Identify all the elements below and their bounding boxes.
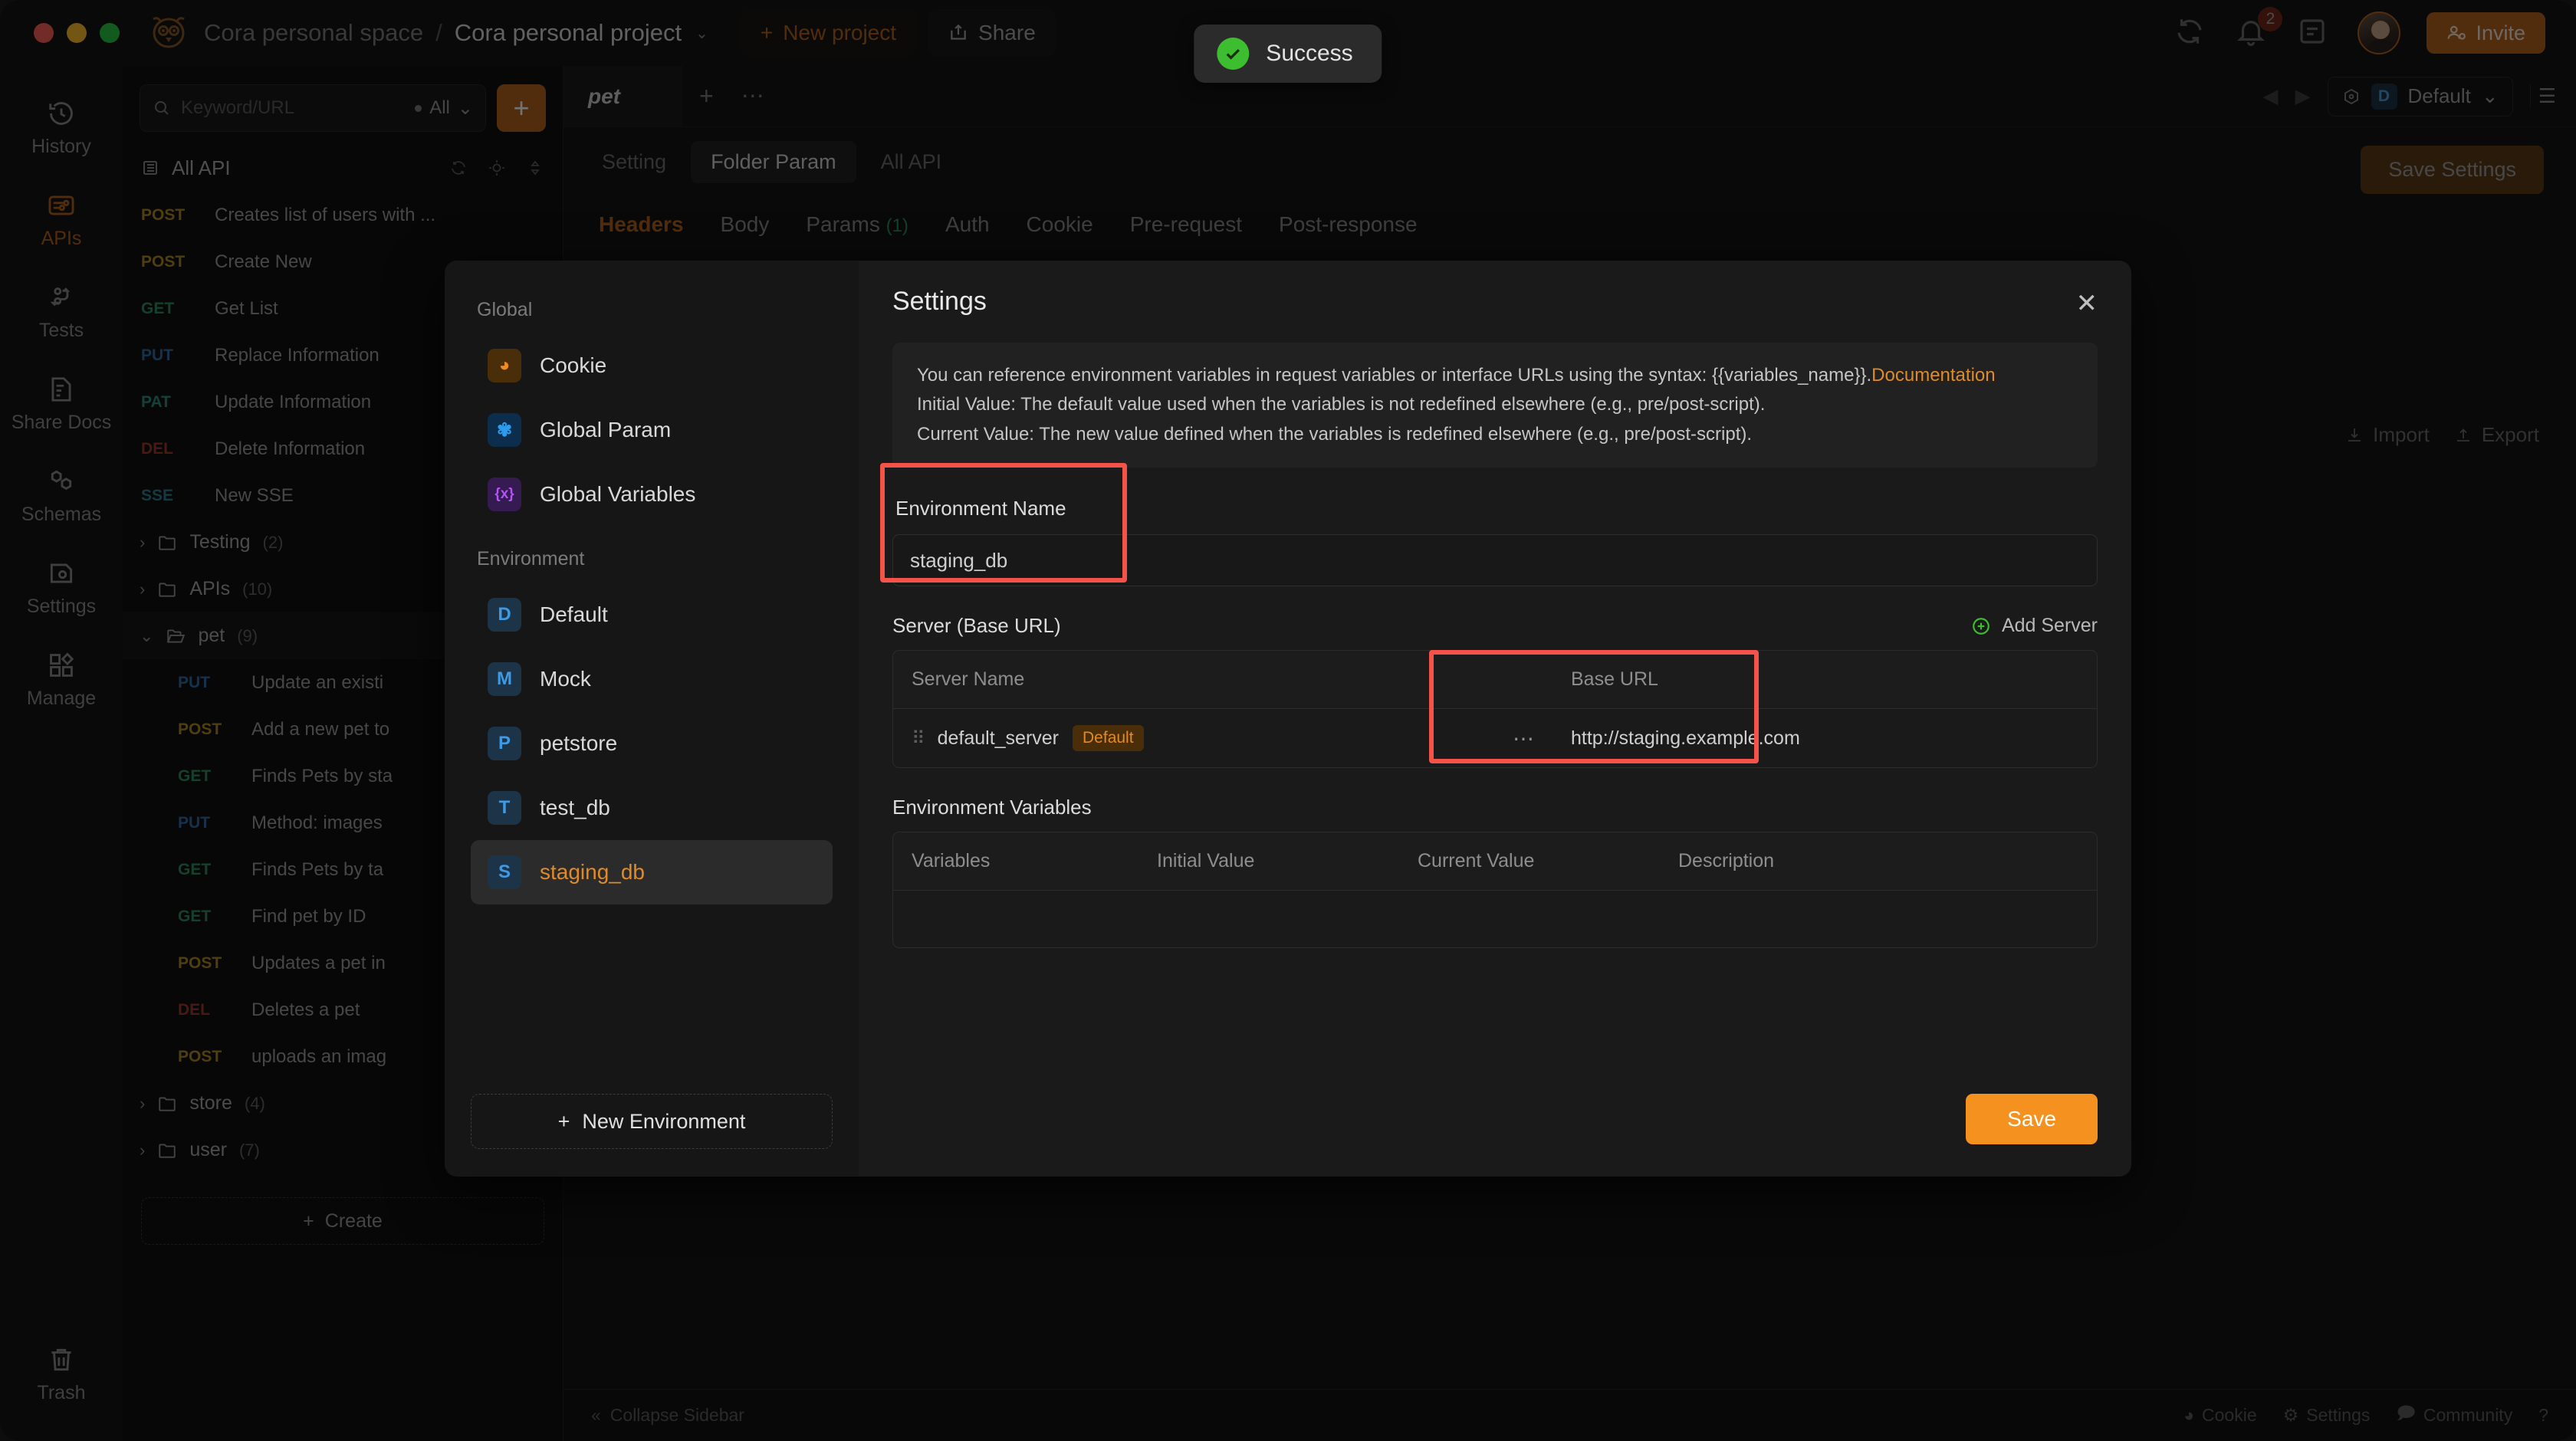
env-vars-header-description: Description <box>1678 850 1775 872</box>
info-line-1: You can reference environment variables … <box>917 361 2073 390</box>
env-vars-header-variables: Variables <box>912 850 991 872</box>
save-button[interactable]: Save <box>1966 1094 2098 1144</box>
server-name-cell[interactable]: ⠿ default_server Default ⋯ <box>893 725 1552 752</box>
modal-nav-label: petstore <box>540 731 618 755</box>
modal-nav-environment-list: D Default M Mock P petstore T test_db S … <box>471 583 833 904</box>
env-vars-table: Variables Initial Value Current Value Descr… <box>892 832 2098 949</box>
environment-name-label: Environment Name <box>895 497 1066 520</box>
settings-modal: Global ◕ Cookie ✾ Global Param {x} Globa… <box>445 261 2131 1177</box>
base-url-cell[interactable]: http://staging.example.com <box>1552 727 2097 750</box>
new-environment-label: New Environment <box>582 1109 746 1133</box>
server-section-title: Server (Base URL) <box>892 614 1061 638</box>
environment-chip-icon: M <box>488 662 521 696</box>
server-table-header-name: Server Name <box>912 668 1025 691</box>
check-circle-icon <box>1217 38 1250 70</box>
server-table-header: Server Name Base URL <box>893 651 2097 710</box>
new-environment-button[interactable]: + New Environment <box>471 1094 833 1149</box>
info-line-2: Initial Value: The default value used wh… <box>917 394 1766 415</box>
modal-nav-environment-header: Environment <box>477 548 585 570</box>
modal-nav-env-test_db[interactable]: T test_db <box>471 776 833 840</box>
modal-nav-env-mock[interactable]: M Mock <box>471 647 833 711</box>
modal-nav-env-staging_db[interactable]: S staging_db <box>471 840 833 904</box>
environment-name-input[interactable]: staging_db <box>892 534 2098 587</box>
add-server-label: Add Server <box>2001 615 2098 637</box>
modal-nav-panel: Global ◕ Cookie ✾ Global Param {x} Globa… <box>445 261 859 1177</box>
modal-content-panel: Settings ✕ You can reference environment… <box>859 261 2131 1177</box>
modal-nav-env-default[interactable]: D Default <box>471 583 833 647</box>
environment-chip-icon: S <box>488 855 521 889</box>
add-server-button[interactable]: Add Server <box>1971 615 2098 637</box>
modal-nav-global-header: Global <box>477 299 533 320</box>
modal-nav-label: test_db <box>540 796 610 819</box>
info-line-1-text: You can reference environment variables … <box>917 365 1872 386</box>
modal-nav-global-list: ◕ Cookie ✾ Global Param {x} Global Varia… <box>471 333 833 527</box>
modal-nav-global-param[interactable]: ✾ Global Param <box>471 398 833 462</box>
modal-nav-label: Global Param <box>540 418 672 441</box>
env-vars-title: Environment Variables <box>892 796 1092 819</box>
drag-handle-icon[interactable]: ⠿ <box>912 727 925 750</box>
env-vars-empty-row[interactable] <box>893 891 2097 947</box>
env-vars-section-header: Environment Variables <box>892 796 2098 819</box>
modal-title: Settings <box>892 287 987 316</box>
modal-nav-label: Cookie <box>540 353 607 377</box>
modal-nav-cookie[interactable]: ◕ Cookie <box>471 333 833 398</box>
info-banner: You can reference environment variables … <box>892 343 2098 468</box>
server-table: Server Name Base URL ⠿ default_server De… <box>892 650 2098 769</box>
default-badge: Default <box>1073 725 1144 752</box>
modal-nav-label: Mock <box>540 667 591 691</box>
plus-icon: + <box>557 1109 570 1133</box>
modal-nav-global-variables[interactable]: {x} Global Variables <box>471 462 833 527</box>
row-more-icon[interactable]: ⋯ <box>1513 726 1534 751</box>
cookie-icon: ◕ <box>488 349 521 382</box>
toast-message: Success <box>1266 41 1353 66</box>
env-vars-table-header: Variables Initial Value Current Value Descr… <box>893 832 2097 891</box>
info-line-3: Current Value: The new value defined whe… <box>917 423 1753 445</box>
server-name-value: default_server <box>937 727 1060 749</box>
success-toast: Success <box>1194 25 1382 83</box>
modal-nav-env-petstore[interactable]: P petstore <box>471 711 833 776</box>
plus-circle-icon <box>1971 616 1991 636</box>
global-variables-icon: {x} <box>488 478 521 511</box>
modal-nav-label: staging_db <box>540 860 646 884</box>
close-icon[interactable]: ✕ <box>2076 288 2098 319</box>
app-window: Cora personal space / Cora personal proj… <box>0 0 2576 1441</box>
env-vars-header-current-value: Current Value <box>1418 850 1535 872</box>
server-section-header: Server (Base URL) Add Server <box>892 614 2098 638</box>
modal-nav-label: Default <box>540 602 608 626</box>
environment-chip-icon: P <box>488 727 521 760</box>
environment-chip-icon: T <box>488 791 521 825</box>
env-vars-header-initial-value: Initial Value <box>1157 850 1255 872</box>
documentation-link[interactable]: Documentation <box>1871 365 1995 386</box>
global-param-icon: ✾ <box>488 413 521 447</box>
modal-nav-label: Global Variables <box>540 482 696 506</box>
server-table-header-url: Base URL <box>1571 668 1658 691</box>
environment-chip-icon: D <box>488 598 521 632</box>
table-row[interactable]: ⠿ default_server Default ⋯ http://stagin… <box>893 709 2097 767</box>
